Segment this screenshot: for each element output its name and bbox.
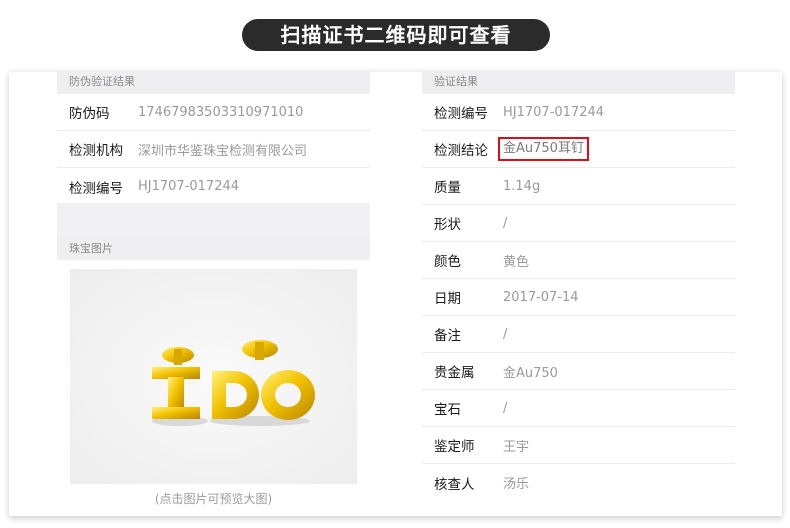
row-label: 防伪码	[69, 106, 110, 122]
row-label: 检测机构	[69, 143, 123, 159]
jewelry-photo-header: 珠宝图片	[57, 237, 370, 260]
anti-counterfeit-panel: 防伪验证结果 防伪码 17467983503310971010 检测机构 深圳市…	[57, 70, 370, 205]
row-value: 汤乐	[503, 477, 530, 492]
row-value: 17467983503310971010	[138, 104, 304, 120]
row-value: 2017-07-14	[503, 289, 579, 305]
row-test-number: 检测编号 HJ1707-017244	[422, 94, 735, 131]
row-gemstone: 宝石 /	[422, 390, 735, 427]
jewelry-photo[interactable]	[70, 269, 357, 484]
photo-caption[interactable]: (点击图片可预览大图)	[70, 490, 357, 507]
row-label: 检测编号	[434, 106, 488, 122]
row-conclusion: 检测结论 金Au750耳钉	[422, 131, 735, 168]
row-label: 宝石	[434, 402, 461, 418]
row-label: 颜色	[434, 254, 461, 270]
row-label: 质量	[434, 180, 461, 196]
row-anti-counterfeit-code: 防伪码 17467983503310971010	[57, 94, 370, 131]
row-appraiser: 鉴定师 王宇	[422, 427, 735, 464]
row-value: 深圳市华鉴珠宝检测有限公司	[138, 143, 308, 159]
row-label: 检测编号	[69, 180, 123, 197]
verification-result-panel: 验证结果 检测编号 HJ1707-017244 检测结论 金Au750耳钉 质量…	[422, 70, 735, 501]
row-remarks: 备注 /	[422, 316, 735, 353]
row-value: 金Au750	[503, 365, 558, 381]
conclusion-highlight: 金Au750耳钉	[498, 137, 589, 161]
row-label: 鉴定师	[434, 439, 475, 455]
row-value: /	[503, 326, 508, 342]
row-color: 颜色 黄色	[422, 242, 735, 279]
banner-title: 扫描证书二维码即可查看	[242, 19, 550, 51]
row-value: 王宇	[503, 439, 530, 455]
anti-counterfeit-header: 防伪验证结果	[57, 70, 370, 94]
row-weight: 质量 1.14g	[422, 168, 735, 205]
row-label: 检测结论	[434, 143, 488, 159]
row-date: 日期 2017-07-14	[422, 279, 735, 316]
row-value: 黄色	[503, 254, 530, 270]
row-label: 核查人	[434, 476, 475, 493]
verification-result-header: 验证结果	[422, 70, 735, 94]
row-value: HJ1707-017244	[138, 179, 240, 194]
row-label: 形状	[434, 217, 461, 233]
row-value: 1.14g	[503, 178, 541, 194]
row-testing-agency: 检测机构 深圳市华鉴珠宝检测有限公司	[57, 131, 370, 168]
row-value: /	[503, 215, 508, 231]
row-shape: 形状 /	[422, 205, 735, 242]
row-reviewer: 核查人 汤乐	[422, 464, 735, 501]
row-label: 日期	[434, 291, 461, 307]
row-value: HJ1707-017244	[503, 104, 605, 120]
row-value: /	[503, 400, 508, 416]
spacer-band	[57, 203, 370, 240]
row-label: 备注	[434, 328, 461, 344]
earring-image	[70, 269, 357, 484]
row-test-number: 检测编号 HJ1707-017244	[57, 168, 370, 205]
row-label: 贵金属	[434, 365, 475, 381]
row-precious-metal: 贵金属 金Au750	[422, 353, 735, 390]
